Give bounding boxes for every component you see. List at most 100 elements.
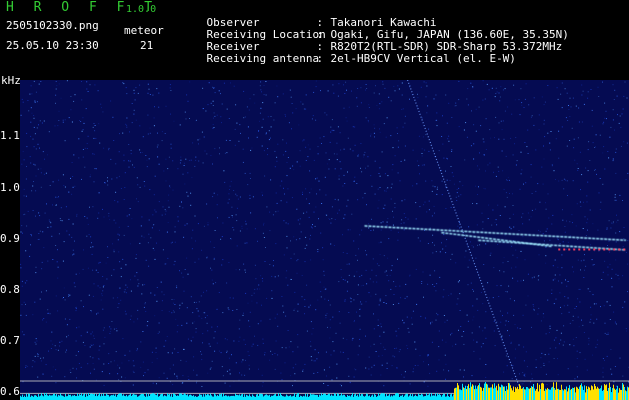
noise-dot [627,172,629,174]
noise-dot [75,307,77,309]
noise-dot [260,89,262,91]
noise-dot [101,293,103,295]
noise-dot [561,179,563,181]
noise-dot [226,370,228,372]
noise-dot [540,357,542,359]
noise-dot [123,160,125,162]
noise-dot [331,119,333,121]
noise-dot [109,331,111,332]
noise-dot [92,363,94,364]
noise-dot [173,120,175,122]
noise-dot [158,163,160,165]
noise-dot [109,373,111,375]
noise-dot [377,319,379,321]
signal-level-bar [160,394,161,400]
noise-dot [224,338,226,340]
noise-dot [141,293,143,295]
signal-level-bar [592,386,593,400]
noise-dot [125,313,127,315]
signal-level-bar [547,387,548,400]
signal-level-bar [441,396,442,400]
noise-dot [485,376,487,378]
noise-dot [472,319,474,321]
signal-level-bar [259,393,260,400]
noise-dot [84,345,86,346]
noise-dot [123,154,125,156]
signal-level-bar [45,394,46,400]
noise-dot [344,183,346,184]
noise-dot [557,98,559,100]
noise-dot [431,180,433,182]
signal-level-bar [263,396,264,400]
noise-dot [498,122,500,124]
noise-dot [508,321,509,322]
noise-dot [568,311,570,313]
signal-level-bar [428,394,429,400]
noise-dot [251,345,253,347]
noise-dot [207,224,209,226]
noise-dot [329,327,331,329]
noise-dot [191,248,193,250]
signal-level-bar [109,396,110,400]
noise-dot [612,221,614,223]
signal-level-bar [267,395,268,400]
signal-level-bar [66,396,67,400]
noise-dot [43,173,45,175]
noise-dot [95,269,97,271]
noise-dot [368,223,370,225]
signal-level-bar [590,390,591,400]
noise-dot [375,275,377,277]
signal-level-bar [394,395,395,400]
noise-dot [592,142,594,144]
noise-dot [111,321,113,322]
noise-dot [525,351,527,353]
noise-dot [116,177,118,179]
noise-dot [499,215,501,216]
noise-dot [372,258,374,260]
noise-dot [402,319,404,321]
signal-level-bar [542,382,543,400]
signal-level-bar [510,385,511,400]
signal-level-bar [95,396,96,400]
signal-level-bar [97,396,98,400]
noise-dot [276,156,278,158]
noise-dot [373,229,374,231]
noise-dot [62,174,64,176]
signal-level-bar [609,382,610,400]
noise-dot [103,285,105,287]
noise-dot [82,149,84,150]
noise-dot [343,174,345,176]
noise-dot [34,341,36,343]
noise-dot [285,347,287,349]
noise-dot [426,85,428,87]
noise-dot [126,286,128,288]
noise-dot [244,374,246,376]
noise-dot [507,106,509,108]
noise-dot [265,94,267,96]
noise-dot [379,187,381,188]
noise-dot [621,113,623,115]
noise-dot [412,185,414,187]
noise-dot [340,149,342,151]
signal-level-bar [142,393,143,400]
signal-level-bar [204,396,205,400]
noise-dot [148,219,150,221]
noise-dot [611,373,613,375]
noise-dot [600,201,602,203]
noise-dot [473,124,475,126]
noise-dot [582,382,584,383]
signal-level-bar [321,393,322,400]
noise-dot [20,114,22,116]
noise-dot [515,137,517,138]
noise-dot [276,313,278,315]
noise-dot [510,342,512,344]
noise-dot [188,379,190,380]
signal-level-bar [545,388,546,400]
noise-dot [338,281,340,283]
noise-dot [65,206,67,208]
noise-dot [233,85,235,87]
noise-dot [162,206,164,208]
noise-dot [348,263,350,265]
signal-level-bar [366,393,367,400]
noise-dot [167,168,169,170]
